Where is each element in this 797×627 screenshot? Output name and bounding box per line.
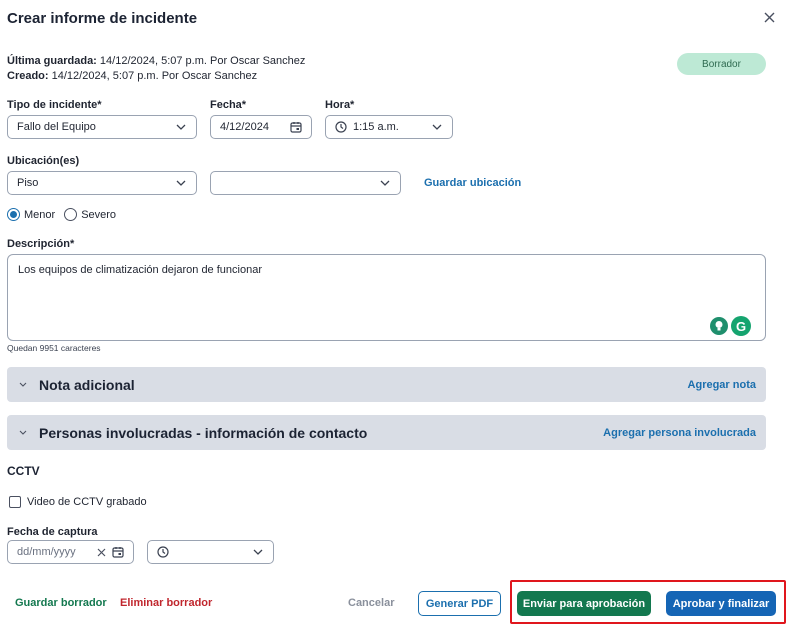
cctv-section-title: CCTV [7,464,40,478]
chevron-down-icon [17,379,29,391]
time-value: 1:15 a.m. [353,121,399,133]
radio-severo[interactable] [64,208,78,221]
location-label: Ubicación(es) [7,155,80,167]
grammarly-icon[interactable]: G [731,316,751,336]
created-info: Creado: 14/12/2024, 5:07 p.m. Por Oscar … [7,70,257,82]
time-label: Hora* [325,99,355,111]
calendar-icon[interactable] [112,546,124,558]
close-icon [764,12,774,22]
clock-icon [335,121,347,133]
save-draft-button[interactable]: Guardar borrador [15,597,107,609]
date-input[interactable]: 4/12/2024 [210,115,312,139]
accordion-people-involved[interactable]: Personas involucradas - información de c… [7,415,766,450]
chevron-down-icon [252,546,264,558]
chevron-down-icon [379,177,391,189]
capture-date-placeholder: dd/mm/yyyy [17,546,76,558]
close-button[interactable] [760,8,778,26]
dialog-title: Crear informe de incidente [7,10,198,27]
created-label: Creado: [7,70,49,82]
generate-pdf-button[interactable]: Generar PDF [418,591,501,616]
date-label: Fecha* [210,99,247,111]
time-select[interactable]: 1:15 a.m. [325,115,453,139]
location-primary-select[interactable]: Piso [7,171,197,195]
approve-finalize-button[interactable]: Aprobar y finalizar [666,591,776,616]
accordion-additional-note[interactable]: Nota adicional Agregar nota [7,367,766,402]
cctv-recorded-row: Video de CCTV grabado [9,496,147,508]
cctv-recorded-label: Video de CCTV grabado [27,496,147,508]
capture-time-select[interactable] [147,540,274,564]
incident-type-value: Fallo del Equipo [17,121,96,133]
status-badge: Borrador [677,53,766,75]
lightbulb-icon[interactable] [710,317,728,335]
send-for-approval-button[interactable]: Enviar para aprobación [517,591,651,616]
add-person-link[interactable]: Agregar persona involucrada [603,427,756,439]
clear-icon[interactable] [95,546,107,558]
radio-severo-label: Severo [81,208,117,221]
accordion-title: Personas involucradas - información de c… [39,424,368,441]
description-label: Descripción* [7,238,75,250]
chevron-down-icon [17,427,29,439]
characters-remaining: Quedan 9951 caracteres [7,343,101,353]
cancel-button[interactable]: Cancelar [348,597,394,609]
delete-draft-button[interactable]: Eliminar borrador [120,597,212,609]
cctv-recorded-checkbox[interactable] [9,496,21,508]
incident-type-select[interactable]: Fallo del Equipo [7,115,197,139]
add-note-link[interactable]: Agregar nota [688,379,756,391]
clock-icon [157,546,169,558]
chevron-down-icon [175,177,187,189]
location-secondary-select[interactable] [210,171,401,195]
accordion-title: Nota adicional [39,376,135,393]
save-location-link[interactable]: Guardar ubicación [424,177,521,189]
chevron-down-icon [431,121,443,133]
last-saved-value: 14/12/2024, 5:07 p.m. Por Oscar Sanchez [99,55,306,67]
date-value: 4/12/2024 [220,121,269,133]
radio-menor[interactable] [7,208,20,221]
created-value: 14/12/2024, 5:07 p.m. Por Oscar Sanchez [51,70,258,82]
last-saved-label: Última guardada: [7,55,97,67]
location-primary-value: Piso [17,177,39,189]
capture-date-input[interactable]: dd/mm/yyyy [7,540,134,564]
severity-radio-group: Menor Severo [7,208,116,221]
description-textarea[interactable]: Los equipos de climatización dejaron de … [7,254,766,341]
radio-menor-label: Menor [24,208,56,221]
capture-date-label: Fecha de captura [7,526,98,538]
chevron-down-icon [175,121,187,133]
incident-type-label: Tipo de incidente* [7,99,102,111]
last-saved-info: Última guardada: 14/12/2024, 5:07 p.m. P… [7,55,305,67]
calendar-icon[interactable] [290,121,302,133]
